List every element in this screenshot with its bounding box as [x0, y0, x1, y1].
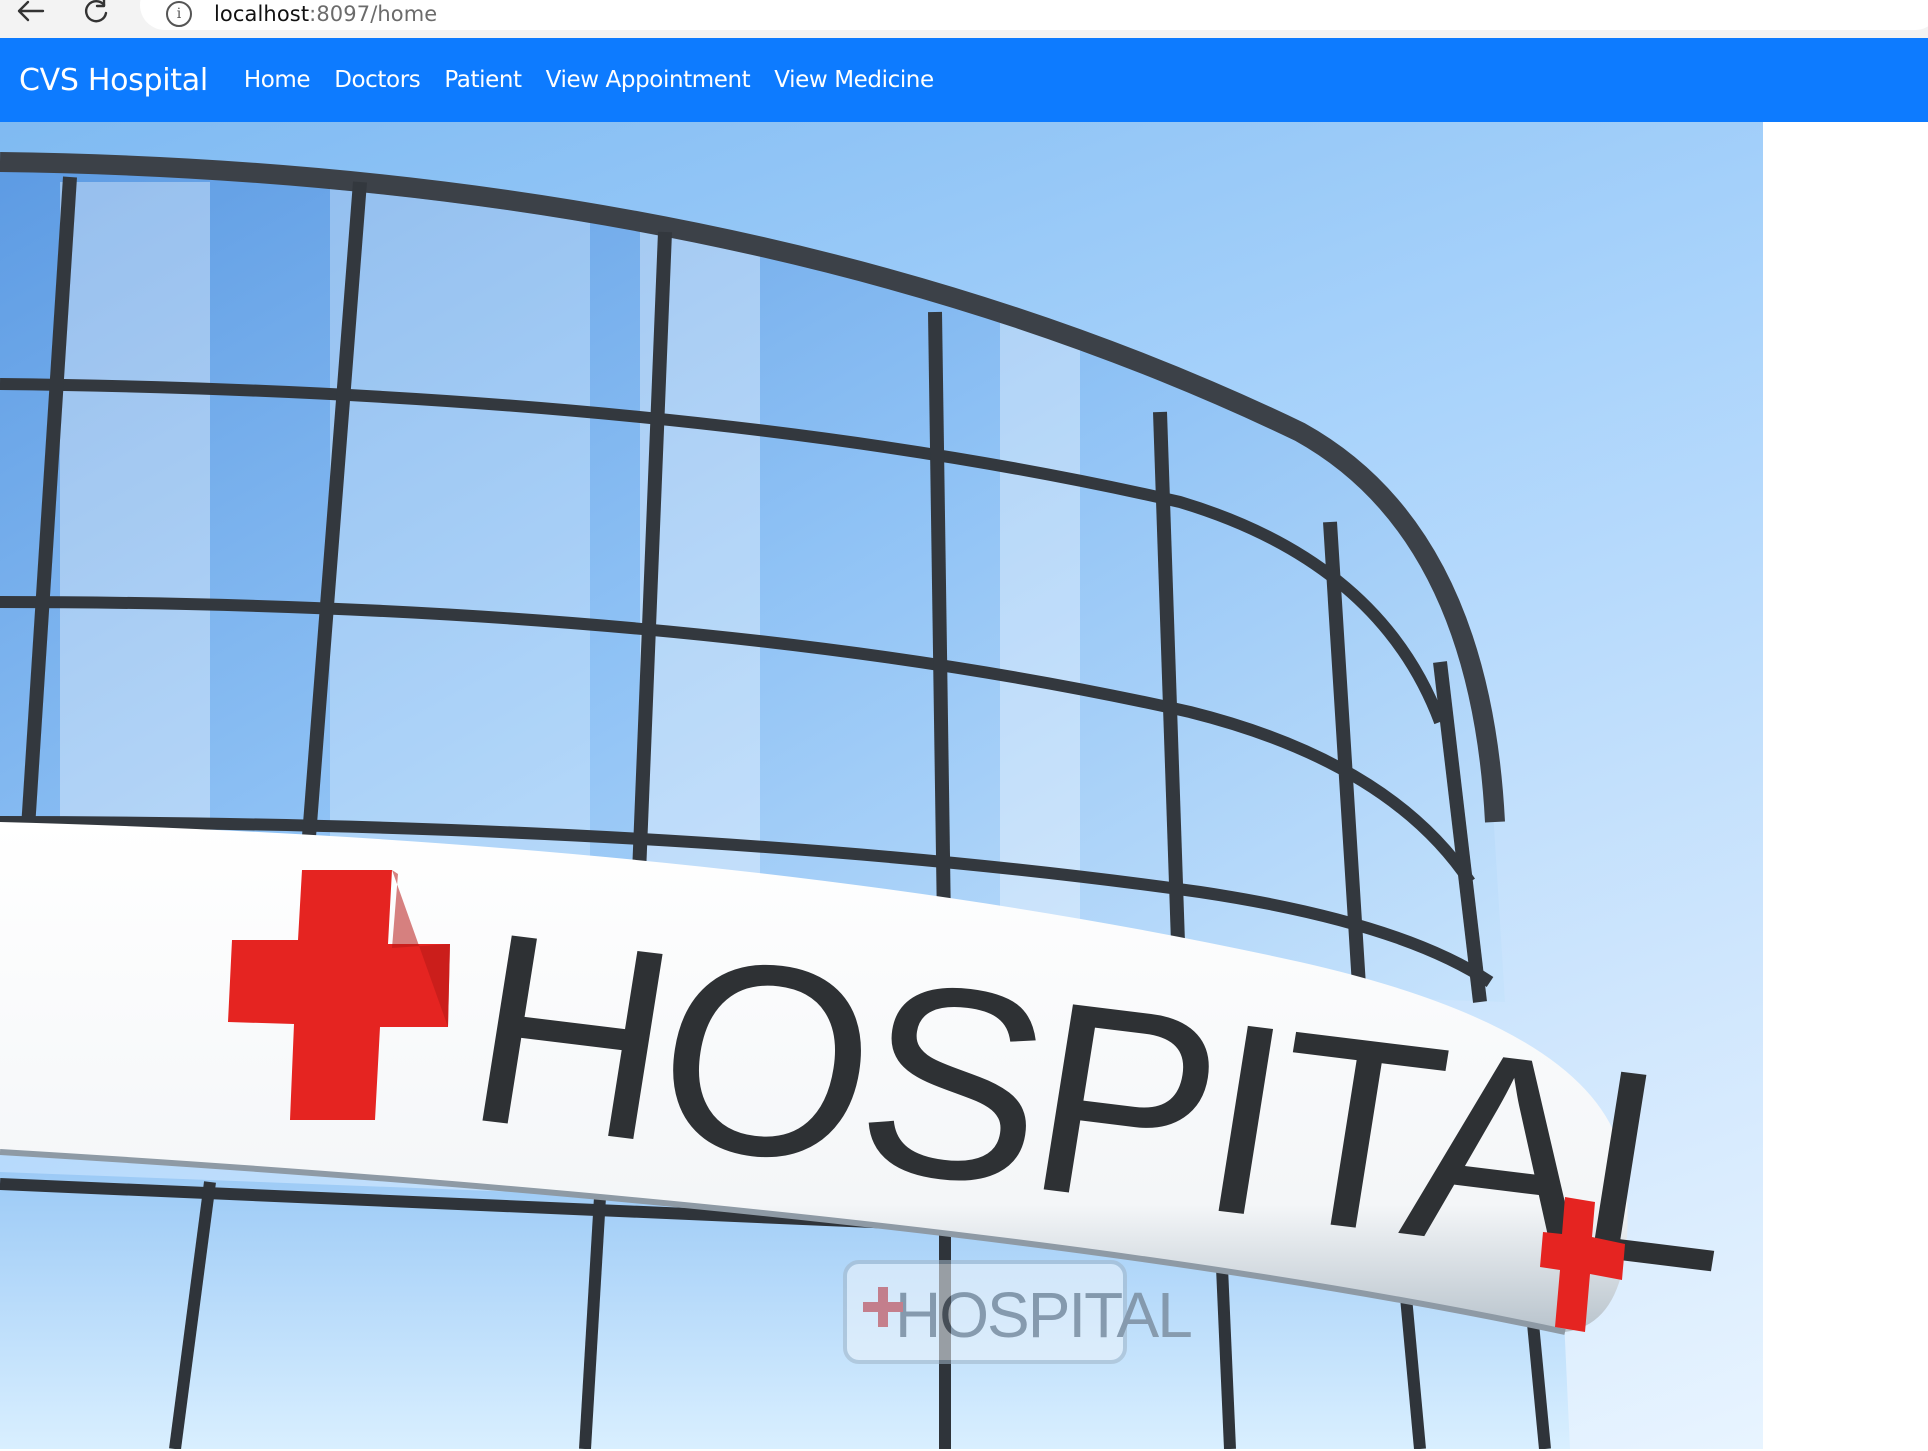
reload-button[interactable] [76, 0, 116, 30]
nav-link-view-medicine[interactable]: View Medicine [774, 67, 934, 93]
address-bar[interactable]: i localhost:8097/home [140, 0, 1928, 30]
hero-image: HOSPITAL HOSPITAL [0, 122, 1763, 1449]
nav-link-patient[interactable]: Patient [444, 67, 522, 93]
url-host: localhost [214, 2, 310, 26]
nav-link-view-appointment[interactable]: View Appointment [546, 67, 751, 93]
site-info-icon[interactable]: i [166, 1, 192, 27]
nav-link-home[interactable]: Home [244, 67, 311, 93]
navbar-brand[interactable]: CVS Hospital [19, 63, 208, 98]
back-button[interactable] [10, 0, 50, 30]
main-navbar: CVS Hospital Home Doctors Patient View A… [0, 38, 1928, 122]
reflection-text: HOSPITAL [895, 1279, 1191, 1351]
address-url: localhost:8097/home [214, 2, 437, 26]
reload-icon [85, 0, 108, 23]
nav-links: Home Doctors Patient View Appointment Vi… [244, 67, 958, 93]
hospital-building-illustration: HOSPITAL HOSPITAL [0, 152, 1752, 1449]
url-path: :8097/home [309, 2, 438, 26]
nav-link-doctors[interactable]: Doctors [334, 67, 421, 93]
arrow-left-icon [17, 0, 45, 22]
browser-toolbar: i localhost:8097/home [0, 0, 1928, 38]
